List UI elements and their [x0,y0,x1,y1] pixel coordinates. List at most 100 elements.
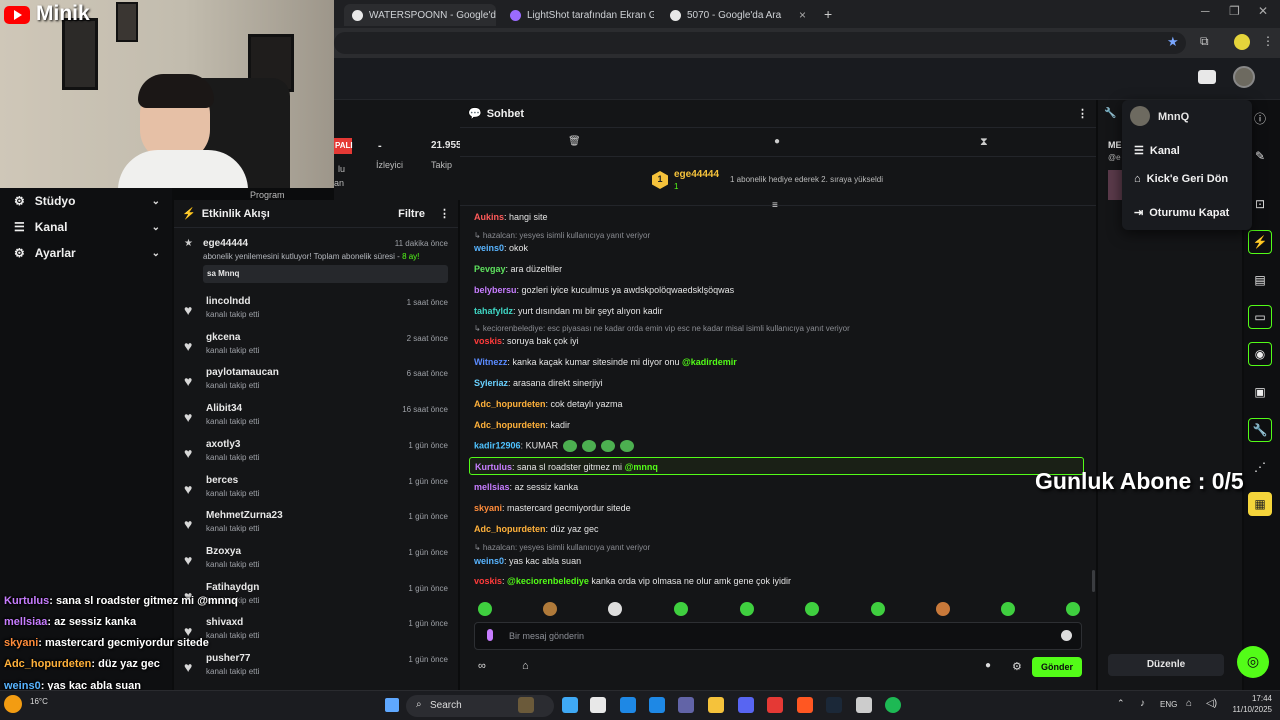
menu-item-channel[interactable]: ☰ Kanal [1134,144,1180,158]
chat-username[interactable]: Adc_hopurdeten [474,399,546,409]
chat-username[interactable]: Aukins [474,212,504,222]
volume-icon[interactable]: ◁) [1206,698,1217,709]
extensions-icon[interactable]: ⧉ [1200,34,1209,49]
activity-username[interactable]: shivaxd [206,617,243,628]
chat-username[interactable]: mellsias [474,482,510,492]
files-icon[interactable] [590,697,606,713]
sidebar-item-studio[interactable]: ⚙ Stüdyo ⌄ [0,188,170,214]
emoji-icon[interactable] [1061,630,1072,641]
chrome-icon[interactable] [767,697,783,713]
chat-username[interactable]: Pevgay [474,264,506,274]
browser-menu-icon[interactable]: ⋮ [1262,34,1274,48]
chat-username[interactable]: Adc_hopurdeten [474,524,546,534]
microphone-icon[interactable] [487,629,493,641]
lightning-icon[interactable]: ⚡ [1248,230,1272,254]
minimize-icon[interactable]: ─ [1201,4,1210,18]
emote-icon[interactable] [740,602,754,616]
menu-item-back-to-kick[interactable]: ⌂ Kick'e Geri Dön [1134,173,1228,185]
activity-username[interactable]: ege44444 [203,238,248,249]
activity-username[interactable]: MehmetZurna23 [206,510,283,521]
chat-username[interactable]: weins0 [474,556,504,566]
emote-icon[interactable] [608,602,622,616]
chat-scrollbar[interactable] [1092,570,1095,592]
browser-tab[interactable]: LightShot tarafından Ekran Gön × [502,4,654,26]
edge-icon[interactable] [649,697,665,713]
chat-mention[interactable]: @mnnq [625,462,658,472]
language-indicator[interactable]: ENG [1160,700,1177,709]
profile-avatar[interactable] [1234,34,1250,50]
url-field[interactable] [334,32,1186,54]
new-tab-button[interactable]: + [824,6,832,22]
chat-username[interactable]: Adc_hopurdeten [474,420,546,430]
chat-icon[interactable]: ▭ [1248,305,1272,329]
chat-bubble-icon[interactable]: ● [774,136,780,147]
emote-icon[interactable] [478,602,492,616]
hourglass-icon[interactable]: ⧗ [980,136,988,149]
camera-icon[interactable]: ▣ [1248,380,1272,404]
gear-icon[interactable]: ⚙ [1012,660,1022,673]
network-icon[interactable]: ⌂ [1186,698,1192,709]
chat-username[interactable]: Kurtulus [475,462,512,472]
chat-username[interactable]: tahafyldz [474,306,513,316]
tools-icon[interactable]: 🔧 [1248,418,1272,442]
browser-tab[interactable]: 5070 - Google'da Ara × [662,4,814,26]
steam-icon[interactable] [826,697,842,713]
more-icon[interactable]: ⋮ [439,207,450,220]
kick-studio-icon[interactable] [1198,70,1216,84]
chat-username[interactable]: Syleriaz [474,378,508,388]
pinned-username[interactable]: ege44444 [674,169,719,180]
emote-icon[interactable] [543,602,557,616]
chat-username[interactable]: voskis [474,336,502,346]
edit-button[interactable]: Düzenle [1108,654,1224,676]
discord-icon[interactable] [738,697,754,713]
tray-chevron-icon[interactable]: ⌃ [1117,698,1125,709]
emote-icon[interactable] [1066,602,1080,616]
support-icon[interactable]: ◎ [1237,646,1269,678]
collapse-icon[interactable]: ≡ [772,200,778,211]
nodes-icon[interactable]: ⋰ [1248,455,1272,479]
link-icon[interactable]: ∞ [478,660,486,672]
bookmark-star-icon[interactable]: ★ [1167,34,1179,50]
brave-icon[interactable] [797,697,813,713]
emote-icon[interactable] [674,602,688,616]
activity-username[interactable]: berces [206,475,238,486]
emote-icon[interactable] [1001,602,1015,616]
activity-username[interactable]: Alibit34 [206,403,242,414]
teams-icon[interactable] [678,697,694,713]
user-avatar[interactable] [1233,66,1255,88]
trash-icon[interactable]: 🗑 [568,136,581,147]
activity-username[interactable]: pusher77 [206,653,250,664]
maximize-icon[interactable]: ❐ [1229,4,1240,18]
chat-input[interactable]: Bir mesaj gönderin [474,622,1082,650]
clapper-icon[interactable]: ▦ [1248,492,1272,516]
chat-settings-bubble-icon[interactable]: ● [985,660,991,671]
browser-tab[interactable]: WATERSPOONN - Google'da Ar × [344,4,496,26]
document-icon[interactable]: ▤ [1248,268,1272,292]
chat-username[interactable]: voskis [474,576,502,586]
close-icon[interactable]: × [799,8,806,22]
sidebar-item-settings[interactable]: ⚙ Ayarlar ⌄ [0,240,170,266]
sidebar-item-channel[interactable]: ☰ Kanal ⌄ [0,214,170,240]
close-window-icon[interactable]: ✕ [1258,4,1268,18]
activity-username[interactable]: gkcena [206,332,240,343]
chat-username[interactable]: Witnezz [474,357,507,367]
spotify-icon[interactable] [885,697,901,713]
menu-item-logout[interactable]: ⇥ Oturumu Kapat [1134,206,1229,220]
emote-icon[interactable] [805,602,819,616]
activity-username[interactable]: Bzoxya [206,546,241,557]
chat-username[interactable]: weins0 [474,243,504,253]
send-button[interactable]: Gönder [1032,657,1082,677]
chat-username[interactable]: kadir12906 [474,440,521,450]
copilot-icon[interactable] [562,697,578,713]
more-icon[interactable]: ⋮ [1077,107,1088,120]
filter-button[interactable]: Filtre [398,208,425,220]
chat-mention[interactable]: @kadirdemir [682,357,737,367]
outlook-icon[interactable] [620,697,636,713]
mic-tray-icon[interactable]: ♪ [1140,698,1145,709]
widget-icon[interactable] [518,697,534,713]
broadcast-icon[interactable]: ◉ [1248,342,1272,366]
activity-username[interactable]: Fatihaydgn [206,582,259,593]
chat-username[interactable]: skyani [474,503,502,513]
emote-icon[interactable] [936,602,950,616]
activity-username[interactable]: paylotamaucan [206,367,279,378]
